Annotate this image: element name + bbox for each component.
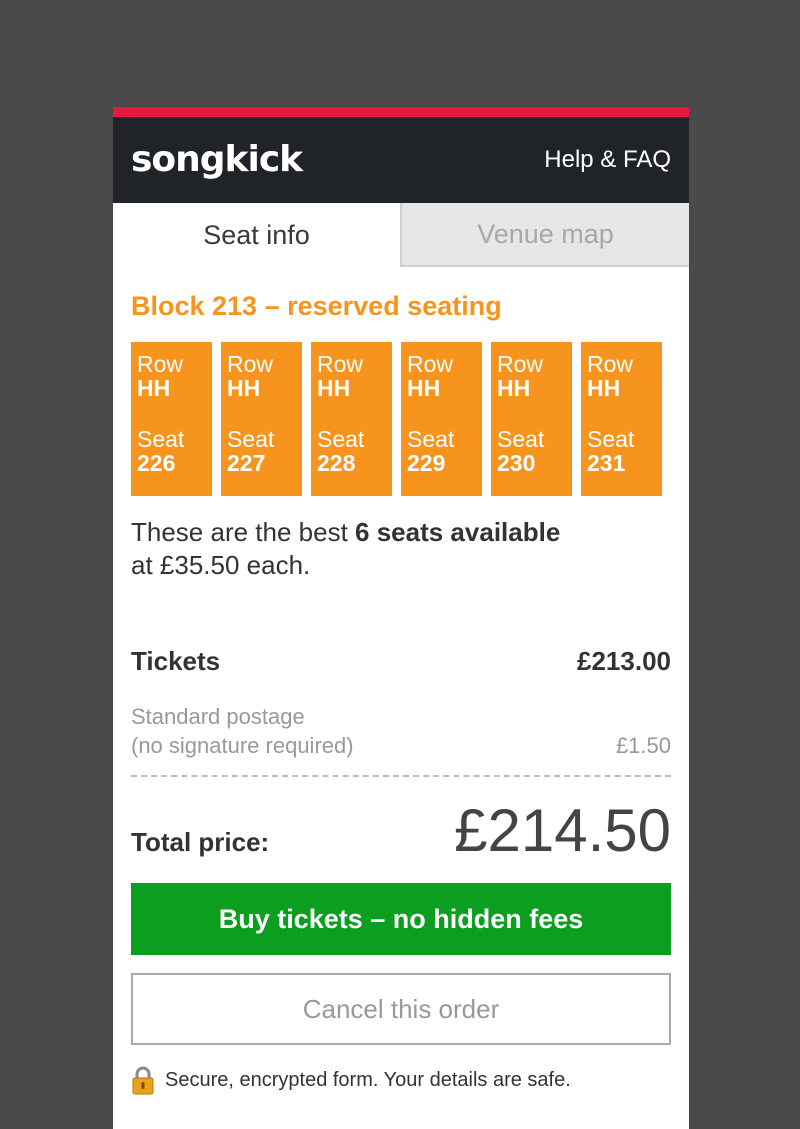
seat-number-label: Seat [407, 426, 455, 452]
total-row: Total price: £214.50 [131, 801, 671, 861]
tickets-value: £213.00 [577, 646, 671, 676]
total-value: £214.50 [454, 797, 671, 864]
seat-row-label: Row [137, 351, 184, 377]
best-seats-price: at £35.50 each. [131, 550, 311, 580]
seat-row-value: HH [227, 375, 261, 401]
total-label: Total price: [131, 827, 270, 857]
seat-number-label: Seat [497, 426, 545, 452]
seat-number-value: 230 [497, 450, 536, 476]
header: songkick Help & FAQ [113, 117, 689, 203]
seat-row-value: HH [137, 375, 171, 401]
seat-number-value: 226 [137, 450, 176, 476]
seat-tile[interactable]: Row HH Seat 230 [491, 342, 572, 496]
buy-tickets-button[interactable]: Buy tickets – no hidden fees [131, 883, 671, 955]
songkick-logo[interactable]: songkick [131, 142, 303, 178]
seat-row-value: HH [497, 375, 531, 401]
seat-number-value: 228 [317, 450, 356, 476]
accent-bar [113, 107, 689, 117]
tickets-row: Tickets £213.00 [131, 646, 671, 677]
dashed-divider [131, 775, 671, 777]
seat-number-value: 227 [227, 450, 266, 476]
seat-row-value: HH [587, 375, 621, 401]
tab-venue-map[interactable]: Venue map [400, 203, 689, 267]
seat-number-label: Seat [587, 426, 635, 452]
checkout-panel: songkick Help & FAQ Seat info Venue map … [113, 107, 689, 1129]
secure-notice: Secure, encrypted form. Your details are… [131, 1065, 671, 1095]
lock-icon [131, 1065, 155, 1095]
block-title: Block 213 – reserved seating [131, 291, 502, 321]
best-seats-prefix: These are the best [131, 517, 356, 547]
seat-tile[interactable]: Row HH Seat 229 [401, 342, 482, 496]
seat-tile[interactable]: Row HH Seat 228 [311, 342, 392, 496]
seat-number-label: Seat [317, 426, 365, 452]
seat-number-label: Seat [227, 426, 275, 452]
seat-row-label: Row [587, 351, 634, 377]
cancel-order-button[interactable]: Cancel this order [131, 973, 671, 1045]
postage-line2: (no signature required) [131, 733, 354, 758]
postage-value: £1.50 [615, 733, 671, 758]
tickets-label: Tickets [131, 646, 221, 676]
tab-seat-info[interactable]: Seat info [113, 203, 400, 267]
seat-row-label: Row [227, 351, 274, 377]
best-seats-count: 6 seats available [355, 517, 561, 547]
seat-row-value: HH [317, 375, 351, 401]
seat-row-label: Row [407, 351, 454, 377]
postage-label: Standard postage (no signature required) [131, 702, 354, 760]
postage-line1: Standard postage [131, 704, 305, 729]
seat-list: Row HH Seat 226 Row HH Seat 227 Row HH S… [131, 342, 671, 496]
main-content: Block 213 – reserved seating Row HH Seat… [113, 289, 689, 1095]
seat-tile[interactable]: Row HH Seat 227 [221, 342, 302, 496]
seat-row-label: Row [317, 351, 364, 377]
seat-number-value: 231 [587, 450, 626, 476]
seat-number-label: Seat [137, 426, 185, 452]
postage-row: Standard postage (no signature required)… [131, 702, 671, 760]
help-faq-link[interactable]: Help & FAQ [544, 146, 671, 174]
seat-number-value: 229 [407, 450, 446, 476]
best-seats-message: These are the best 6 seats available at … [131, 516, 671, 582]
seat-row-value: HH [407, 375, 441, 401]
secure-text: Secure, encrypted form. Your details are… [165, 1068, 571, 1091]
tab-bar: Seat info Venue map [113, 203, 689, 267]
seat-tile[interactable]: Row HH Seat 226 [131, 342, 212, 496]
seat-tile[interactable]: Row HH Seat 231 [581, 342, 662, 496]
seat-row-label: Row [497, 351, 544, 377]
